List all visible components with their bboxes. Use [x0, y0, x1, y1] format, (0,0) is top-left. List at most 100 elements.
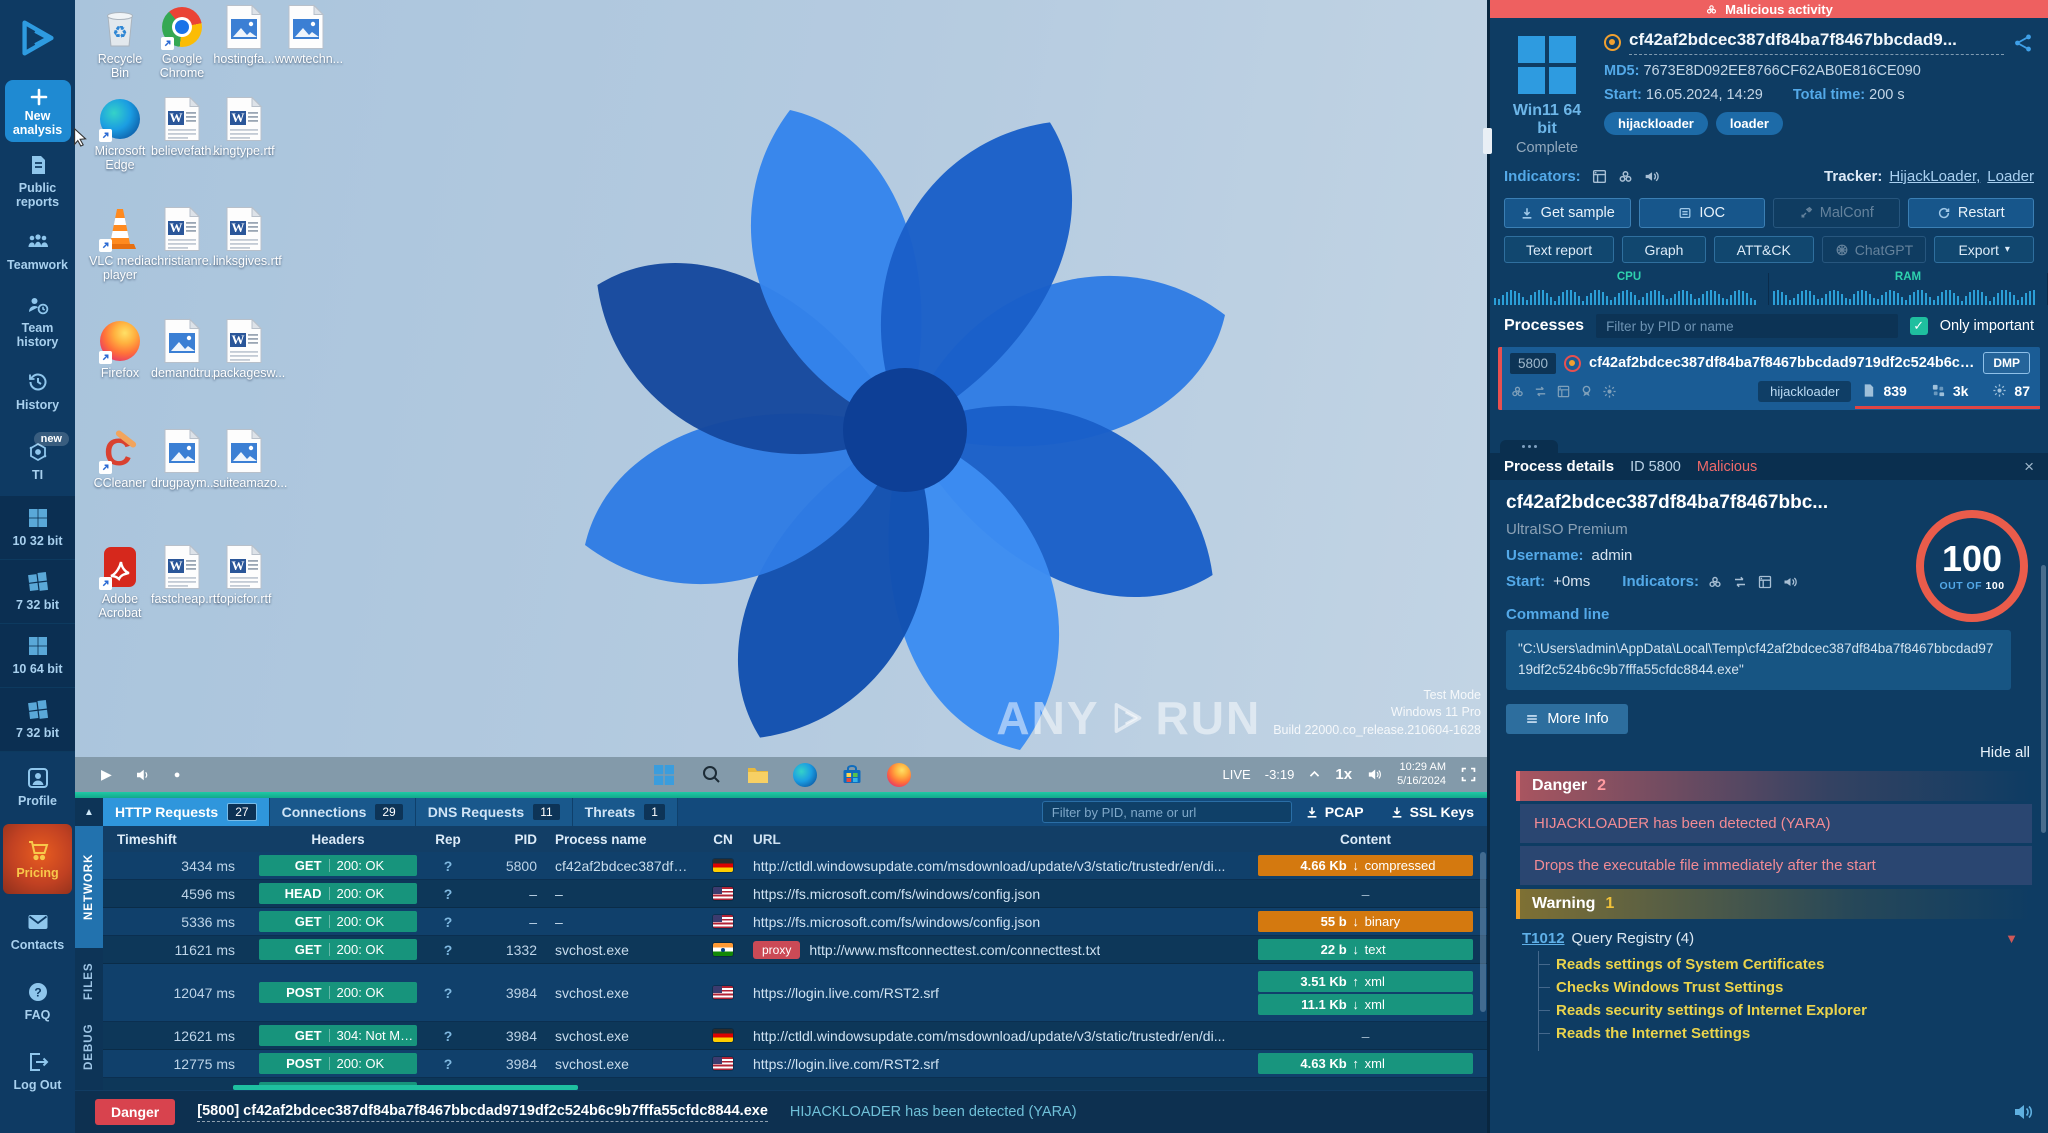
sidebar-item-faq[interactable]: ?FAQ — [0, 966, 75, 1036]
sidebar-item-log-out[interactable]: Log Out — [0, 1036, 75, 1106]
reputation-icon[interactable]: ? — [423, 942, 473, 958]
desktop-icon-packagesw[interactable]: Wpackagesw... — [213, 318, 275, 380]
side-tab-debug[interactable]: DEBUG — [75, 1014, 103, 1080]
sidebar-item-team-history[interactable]: Team history — [0, 286, 75, 356]
play-button[interactable]: ▶ — [101, 766, 112, 783]
sound-icon[interactable] — [1366, 766, 1383, 783]
danger-signature[interactable]: Drops the executable file immediately af… — [1520, 846, 2032, 885]
danger-signature[interactable]: HIJACKLOADER has been detected (YARA) — [1520, 804, 2032, 843]
desktop-icon-firefox[interactable]: Firefox — [89, 318, 151, 380]
malicious-indicator-icon[interactable] — [1617, 168, 1634, 185]
desktop-icon-google-chrome[interactable]: Google Chrome — [151, 4, 213, 81]
collapse-panel-button[interactable]: ▲ — [75, 798, 103, 826]
reputation-icon[interactable]: ? — [423, 985, 473, 1001]
warning-signature[interactable]: Reads settings of System Certificates — [1539, 953, 2032, 976]
content-pill[interactable]: 3.51 Kb↑xml — [1258, 971, 1473, 992]
tag-loader[interactable]: loader — [1716, 112, 1783, 135]
danger-badge[interactable]: Danger — [95, 1099, 175, 1125]
content-pill[interactable]: 11.1 Kb↓xml — [1258, 994, 1473, 1015]
desktop-icon-recycle-bin[interactable]: ♻Recycle Bin — [89, 4, 151, 81]
desktop-icon-hostingfa[interactable]: hostingfa... — [213, 4, 275, 81]
desktop-icon-fastcheap-rtf[interactable]: Wfastcheap.rtf — [151, 544, 213, 621]
network-indicator-icon[interactable] — [1732, 574, 1748, 590]
http-request-row[interactable]: 11621 msGET200: OK?1332svchost.exeproxyh… — [103, 936, 1487, 964]
sidebar-item-teamwork[interactable]: Teamwork — [0, 216, 75, 286]
vm-screen[interactable]: ♻Recycle BinGoogle Chromehostingfa...www… — [75, 0, 1487, 757]
reputation-icon[interactable]: ? — [423, 886, 473, 902]
tracker-loader-link[interactable]: Loader — [1987, 168, 2034, 185]
http-request-row[interactable]: 12621 msGET304: Not Modifi...?3984svchos… — [103, 1022, 1487, 1050]
sample-hash[interactable]: cf42af2bdcec387df84ba7f8467bbcdad9... — [1629, 30, 2004, 55]
pcap-download-button[interactable]: PCAP — [1292, 798, 1377, 826]
desktop-icon-adobe-acrobat[interactable]: Adobe Acrobat — [89, 544, 151, 621]
sidebar-item-public-reports[interactable]: Public reports — [0, 146, 75, 216]
warning-signature[interactable]: Checks Windows Trust Settings — [1539, 976, 2032, 999]
reputation-icon[interactable]: ? — [423, 1028, 473, 1044]
suspicious-indicator-icon[interactable] — [1643, 168, 1660, 185]
text-report-button[interactable]: Text report — [1504, 236, 1614, 263]
restart-button[interactable]: Restart — [1908, 198, 2035, 228]
malconf-button[interactable]: MalConf — [1773, 198, 1900, 228]
status-process-link[interactable]: [5800] cf42af2bdcec387df84ba7f8467bbcdad… — [197, 1103, 768, 1122]
chevron-down-icon[interactable]: ▼ — [2005, 931, 2018, 946]
http-request-row[interactable]: 5336 msGET200: OK?––https://fs.microsoft… — [103, 908, 1487, 936]
desktop-icon-wwwtechn[interactable]: wwwtechn... — [275, 4, 337, 81]
announce-indicator-icon[interactable] — [1782, 574, 1798, 590]
firefox-taskbar-icon[interactable] — [886, 762, 911, 787]
microsoft-store-icon[interactable] — [839, 762, 864, 787]
table-scrollbar[interactable] — [1480, 852, 1486, 1012]
biohazard-indicator-icon[interactable] — [1707, 574, 1723, 590]
content-pill[interactable]: 55 b↓binary — [1258, 911, 1473, 932]
get-sample-button[interactable]: Get sample — [1504, 198, 1631, 228]
dmp-button[interactable]: DMP — [1983, 352, 2030, 374]
desktop-icon-believefath[interactable]: Wbelievefath... — [151, 96, 213, 173]
desktop-icon-christianre[interactable]: Wchristianre... — [151, 206, 213, 283]
side-tab-network[interactable]: NETWORK — [75, 826, 103, 948]
only-important-checkbox[interactable]: ✓ — [1910, 317, 1928, 335]
http-request-row[interactable]: 12047 msPOST200: OK?3984svchost.exehttps… — [103, 964, 1487, 1022]
sidebar-item-new-analysis[interactable]: New analysis — [0, 76, 75, 146]
network-filter-input[interactable] — [1042, 801, 1292, 823]
fullscreen-icon[interactable] — [1460, 766, 1477, 783]
sidebar-item-contacts[interactable]: Contacts — [0, 896, 75, 966]
sidebar-item-7-32-bit[interactable]: 7 32 bit — [0, 560, 75, 624]
share-icon[interactable] — [2012, 32, 2034, 54]
desktop-icon-ccleaner[interactable]: CCCleaner — [89, 428, 151, 490]
command-line-value[interactable]: "C:\Users\admin\AppData\Local\Temp\cf42a… — [1506, 630, 2011, 690]
http-request-row[interactable]: 3434 msGET200: OK?5800cf42af2bdcec387df8… — [103, 852, 1487, 880]
tag-hijackloader[interactable]: hijackloader — [1604, 112, 1708, 135]
chatgpt-button[interactable]: ChatGPT — [1822, 236, 1927, 263]
t1012-link[interactable]: T1012 — [1522, 930, 1565, 947]
notifications-sound-icon[interactable] — [2011, 1100, 2035, 1124]
att-ck-button[interactable]: ATT&CK — [1714, 236, 1814, 263]
panel-resize-handle[interactable] — [1483, 128, 1492, 154]
content-pill[interactable]: 4.63 Kb↑xml — [1258, 1053, 1473, 1074]
sidebar-item-pricing[interactable]: Pricing — [3, 824, 72, 894]
http-request-row[interactable]: 4596 msHEAD200: OK?––https://fs.microsof… — [103, 880, 1487, 908]
desktop-icon-linksgives-rtf[interactable]: Wlinksgives.rtf — [213, 206, 275, 283]
tab-threats[interactable]: Threats1 — [573, 798, 678, 826]
playback-speed[interactable]: 1x — [1335, 766, 1352, 783]
volume-icon[interactable] — [134, 766, 152, 784]
desktop-icon-microsoft-edge[interactable]: Microsoft Edge — [89, 96, 151, 173]
reputation-icon[interactable]: ? — [423, 858, 473, 874]
more-info-button[interactable]: More Info — [1506, 704, 1628, 734]
edge-taskbar-icon[interactable] — [792, 762, 817, 787]
warning-signature[interactable]: Reads the Internet Settings — [1539, 1022, 2032, 1045]
close-icon[interactable]: × — [2024, 457, 2034, 477]
sidebar-item-history[interactable]: History — [0, 356, 75, 426]
file-explorer-icon[interactable] — [745, 762, 770, 787]
desktop-icon-drugpaym[interactable]: drugpaym... — [151, 428, 213, 490]
desktop-icon-topicfor-rtf[interactable]: Wtopicfor.rtf — [213, 544, 275, 621]
sidebar-item-ti[interactable]: newTI — [0, 426, 75, 496]
content-pill[interactable]: 22 b↓text — [1258, 939, 1473, 960]
process-row-5800[interactable]: 5800 cf42af2bdcec387df84ba7f8467bbcdad97… — [1498, 347, 2040, 410]
tracker-hijackloader-link[interactable]: HijackLoader, — [1889, 168, 1980, 185]
sidebar-item-profile[interactable]: Profile — [0, 752, 75, 822]
hide-all-link[interactable]: Hide all — [1506, 734, 2032, 767]
desktop-icon-vlc-media-player[interactable]: VLC media player — [89, 206, 151, 283]
reputation-icon[interactable]: ? — [423, 914, 473, 930]
binary-indicator-icon[interactable] — [1591, 168, 1608, 185]
tab-http-requests[interactable]: HTTP Requests27 — [103, 798, 270, 826]
warning-signature[interactable]: Reads security settings of Internet Expl… — [1539, 999, 2032, 1022]
